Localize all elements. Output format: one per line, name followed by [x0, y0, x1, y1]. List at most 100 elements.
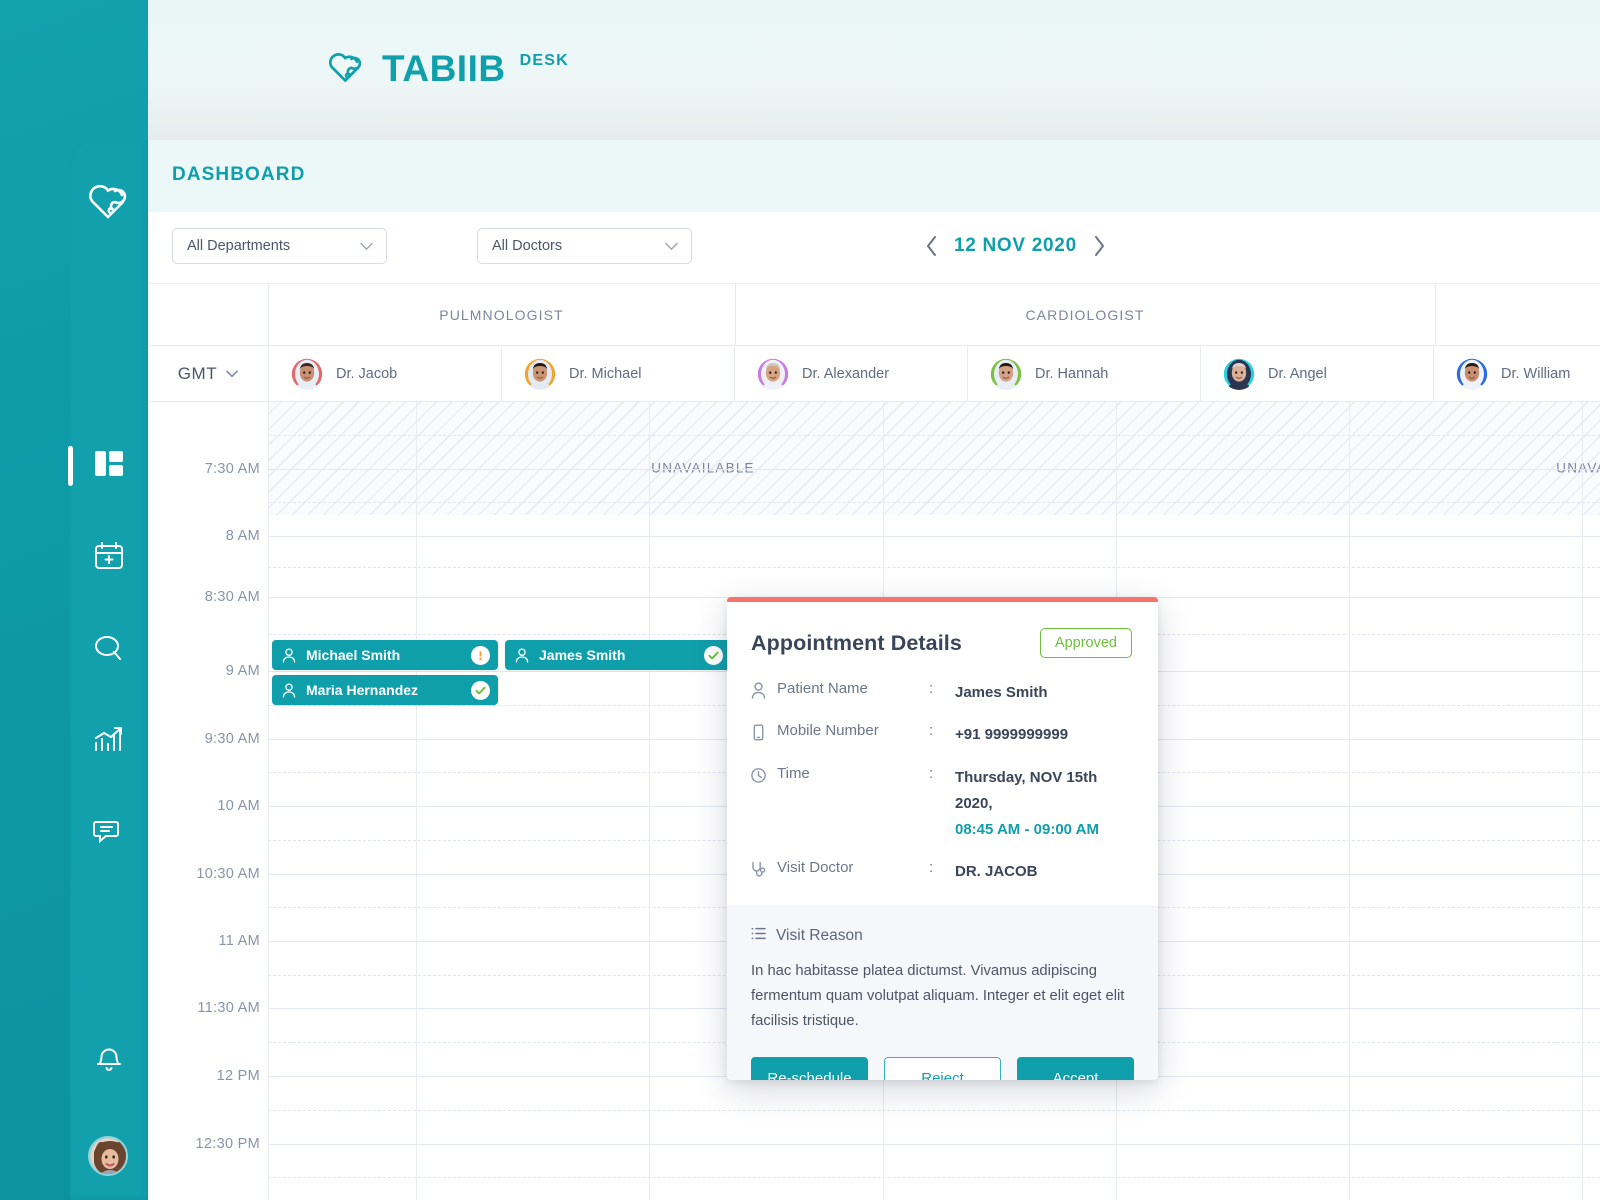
field-patient-name: Patient Name : James Smith — [751, 680, 1134, 706]
field-label: Visit Doctor — [777, 859, 854, 877]
field-value-timerange: 08:45 AM - 09:00 AM — [955, 821, 1099, 838]
reschedule-button[interactable]: Re-schedule — [751, 1056, 868, 1080]
chevron-down-icon — [665, 242, 691, 251]
phone-icon — [751, 722, 777, 746]
doctor-column-header[interactable]: Dr. William — [1433, 346, 1600, 402]
sidebar-item-search[interactable] — [70, 604, 148, 696]
reject-button[interactable]: Reject — [884, 1056, 1001, 1080]
active-marker — [68, 446, 73, 486]
sidebar-item-appointments[interactable] — [70, 512, 148, 604]
unavailable-label: UNAVAILABLE — [651, 460, 755, 476]
modal-title: Appointment Details — [751, 630, 962, 655]
doctor-select-value: All Doctors — [492, 238, 563, 254]
field-label: Mobile Number — [777, 722, 879, 740]
brand-logo: TABIIB DESK — [326, 48, 569, 90]
person-icon — [751, 680, 777, 704]
gridline-quarter — [268, 567, 1600, 568]
dashboard-grid-icon — [94, 450, 124, 483]
doctor-avatar — [524, 358, 556, 390]
sidebar-item-dashboard[interactable] — [68, 420, 148, 512]
gridline-column — [1349, 402, 1350, 1200]
sidebar-item-reports[interactable] — [70, 696, 148, 788]
field-separator: : — [929, 722, 934, 740]
field-time: Time : Thursday, NOV 15th 2020, 08:45 AM… — [751, 765, 1134, 844]
unavailable-block — [268, 402, 1600, 515]
field-value: DR. JACOB — [955, 863, 1038, 881]
doctor-avatar — [291, 358, 323, 390]
sidebar-item-notifications[interactable] — [70, 1020, 148, 1100]
time-label: 9 AM — [225, 663, 260, 679]
doctor-avatar — [1223, 358, 1255, 390]
sidebar — [0, 0, 148, 1200]
next-date-button[interactable] — [1093, 235, 1106, 257]
alert-icon — [471, 645, 490, 665]
time-label: 8 AM — [225, 528, 260, 544]
gridline-column — [268, 402, 269, 1200]
avatar[interactable] — [88, 1136, 128, 1176]
doctor-avatar — [990, 358, 1022, 390]
gridline-quarter — [268, 1110, 1600, 1111]
doctor-column-header[interactable]: Dr. Jacob — [268, 346, 501, 402]
gridline-hour — [268, 1144, 1600, 1145]
modal-actions: Re-schedule Reject Accept — [751, 1056, 1134, 1080]
time-label: 10 AM — [217, 798, 260, 814]
doctor-name: Dr. Alexander — [802, 366, 890, 382]
check-icon — [471, 680, 490, 700]
sidebar-logo-icon — [85, 178, 133, 224]
field-value-group: Thursday, NOV 15th 2020, 08:45 AM - 09:0… — [955, 765, 1134, 844]
doctor-column-header[interactable]: Dr. Hannah — [967, 346, 1200, 402]
gridline-quarter — [268, 1177, 1600, 1178]
field-label: Time — [777, 764, 810, 782]
gridline-column — [1582, 402, 1583, 1200]
stethoscope-icon — [751, 859, 777, 883]
chevron-down-icon — [360, 242, 386, 251]
time-label: 11:30 AM — [197, 1000, 260, 1016]
person-icon — [282, 682, 299, 698]
prev-date-button[interactable] — [925, 235, 938, 257]
time-label: 11 AM — [218, 933, 260, 949]
heart-stethoscope-icon — [326, 49, 368, 90]
time-column: 7:30 AM 8 AM 8:30 AM 9 AM 9:30 AM 10 AM 10:30 … — [148, 402, 268, 1200]
appointment-details-modal: Appointment Details Approved Patient Nam… — [727, 597, 1158, 1080]
department-header-cardiologist: CARDIOLOGIST — [735, 284, 1435, 346]
appointment-chip[interactable]: Maria Hernandez — [272, 675, 498, 705]
appointment-chip[interactable]: James Smith — [505, 640, 731, 670]
time-label: 10:30 AM — [196, 866, 260, 882]
current-date: 12 NOV 2020 — [954, 235, 1077, 256]
doctor-column-header[interactable]: Dr. Angel — [1200, 346, 1433, 402]
doctor-column-header[interactable]: Dr. Michael — [501, 346, 734, 402]
doctor-header-row: GMT Dr. Jacob Dr. Michael Dr. Alexander Dr.… — [148, 346, 1600, 402]
field-mobile-number: Mobile Number : +91 9999999999 — [751, 722, 1134, 748]
field-separator: : — [929, 764, 934, 782]
department-select-value: All Departments — [187, 238, 291, 254]
department-select[interactable]: All Departments — [172, 228, 387, 264]
brand-name: TABIIB — [382, 48, 506, 89]
chat-message-icon — [93, 818, 125, 851]
field-value-date: Thursday, NOV 15th 2020, — [955, 768, 1098, 812]
gridline-quarter — [268, 435, 1600, 436]
list-icon — [751, 927, 766, 945]
bell-icon — [94, 1042, 124, 1079]
time-label: 12:30 PM — [195, 1136, 260, 1152]
doctor-name: Dr. Michael — [569, 366, 642, 382]
date-navigator: 12 NOV 2020 — [925, 230, 1106, 262]
department-header-row: PULMNOLOGIST CARDIOLOGIST — [148, 284, 1600, 346]
appointment-chip[interactable]: Michael Smith — [272, 640, 498, 670]
field-value: James Smith — [955, 684, 1048, 701]
page-title: DASHBOARD — [172, 164, 306, 185]
doctor-name: Dr. Hannah — [1035, 366, 1109, 382]
gridline-column — [416, 402, 417, 1200]
gridline-quarter — [268, 502, 1600, 503]
visit-reason-header: Visit Reason — [751, 927, 1134, 945]
field-value: +91 9999999999 — [955, 726, 1069, 744]
app-root: TABIIB DESK DASHBOARD All Departments Al… — [0, 0, 1600, 1200]
timezone-label: GMT — [177, 364, 218, 383]
doctor-column-header[interactable]: Dr. Alexander — [734, 346, 967, 402]
doctor-select[interactable]: All Doctors — [477, 228, 692, 264]
timezone-selector[interactable]: GMT — [148, 346, 268, 402]
appointment-patient-name: Michael Smith — [306, 647, 401, 663]
sidebar-item-messages[interactable] — [70, 788, 148, 880]
status-badge[interactable]: Approved — [1039, 628, 1132, 658]
department-label: CARDIOLOGIST — [1025, 307, 1145, 323]
accept-button[interactable]: Accept — [1017, 1056, 1134, 1080]
